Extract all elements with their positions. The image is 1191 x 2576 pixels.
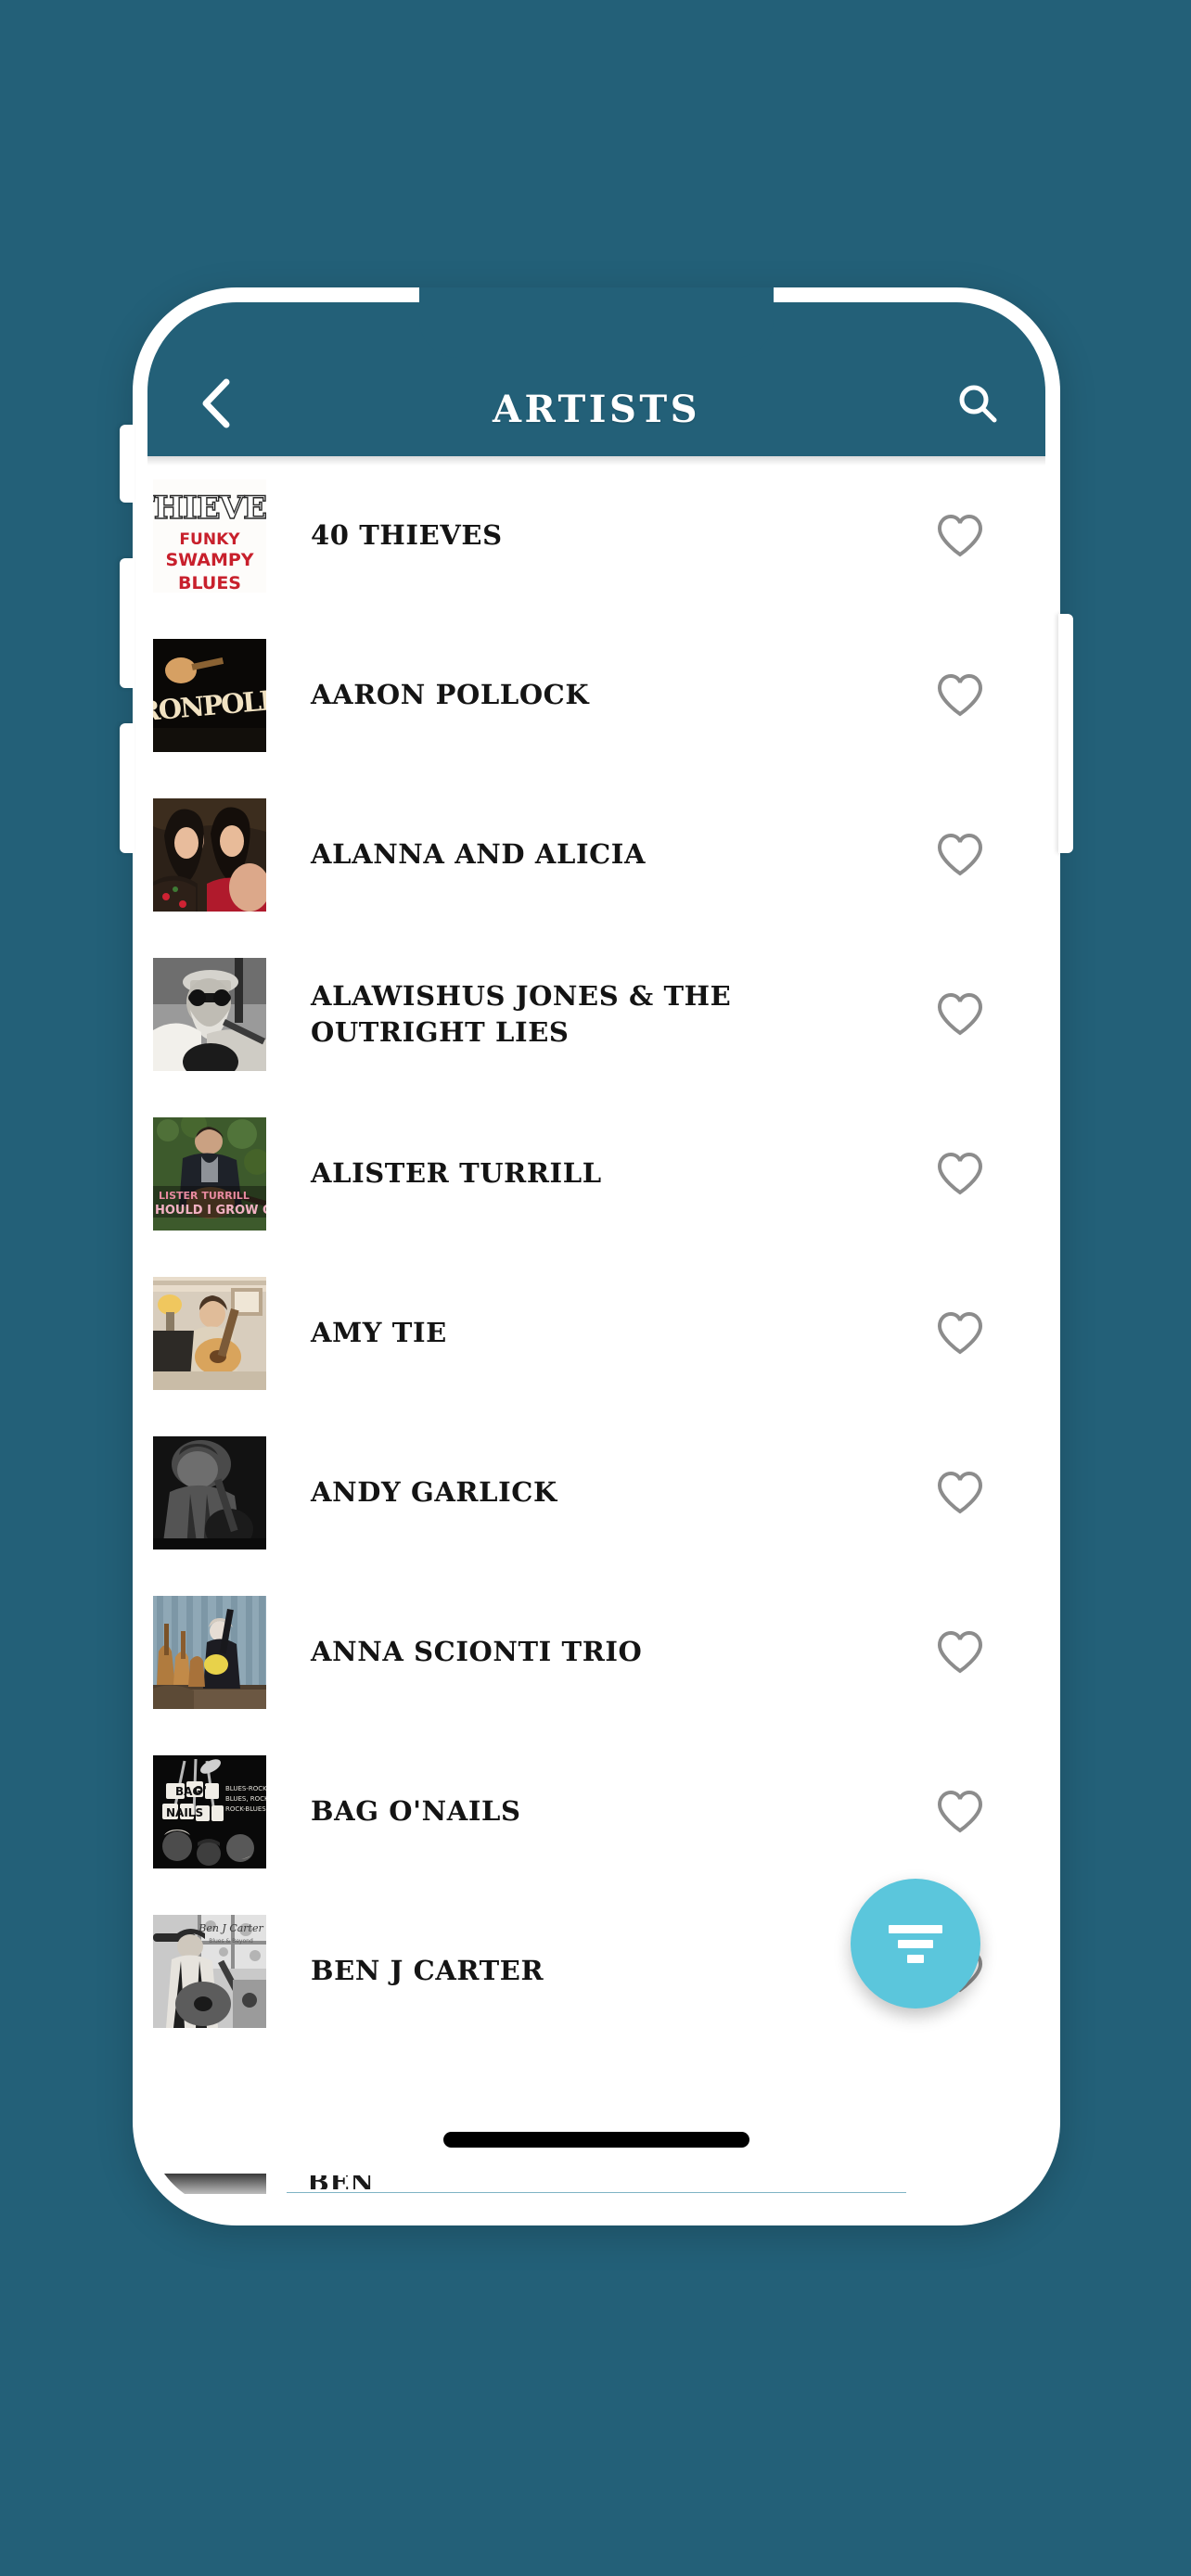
volume-down-button[interactable] xyxy=(120,723,134,853)
artwork-bagonails: BAG O' NAILS BLUES-ROCK, BLUES, ROCK & R… xyxy=(153,1755,266,1868)
filter-bar-middle xyxy=(898,1939,933,1948)
home-indicator[interactable] xyxy=(443,2132,749,2148)
artist-thumbnail: Ben J Carter Blues & Beyond xyxy=(153,1915,266,2028)
favorite-button[interactable] xyxy=(916,970,1005,1059)
list-item[interactable]: ANNA SCIONTI TRIO xyxy=(147,1573,1045,1732)
volume-up-button[interactable] xyxy=(120,558,134,688)
artist-thumbnail xyxy=(153,798,266,912)
svg-text:ROCK-BLUES: ROCK-BLUES xyxy=(225,1805,266,1813)
chevron-left-icon xyxy=(202,378,230,428)
artist-name: AARON POLLOCK xyxy=(311,679,590,711)
silent-switch[interactable] xyxy=(120,425,134,503)
svg-text:BLUES: BLUES xyxy=(178,573,241,593)
list-item[interactable]: LISTER TURRILL HOULD I GROW OLD ALISTER … xyxy=(147,1094,1045,1254)
svg-text:SWAMPY: SWAMPY xyxy=(165,550,253,570)
artist-thumbnail xyxy=(153,1436,266,1549)
favorite-button[interactable] xyxy=(916,491,1005,580)
svg-text:Blues & Beyond: Blues & Beyond xyxy=(209,1938,253,1945)
favorite-button[interactable] xyxy=(916,810,1005,899)
filter-fab-button[interactable] xyxy=(851,1879,980,2009)
artist-name: ANNA SCIONTI TRIO xyxy=(311,1636,643,1668)
artist-thumbnail xyxy=(153,1277,266,1390)
list-item-partial[interactable]: BEN xyxy=(147,2174,1045,2194)
artist-name: ALISTER TURRILL xyxy=(311,1157,602,1190)
artist-thumbnail: THIEVES FUNKY SWAMPY BLUES xyxy=(153,479,266,593)
artwork-alawishus xyxy=(153,958,266,1071)
list-item[interactable]: THIEVES FUNKY SWAMPY BLUES 40 THIEVES xyxy=(147,456,1045,616)
artist-name: BEN J CARTER xyxy=(311,1955,544,1987)
list-item[interactable]: ANDY GARLICK xyxy=(147,1413,1045,1573)
artist-name: ANDY GARLICK xyxy=(311,1476,557,1509)
artwork-andy xyxy=(153,1436,266,1549)
svg-text:BLUES-ROCK,: BLUES-ROCK, xyxy=(225,1785,266,1792)
artwork-amytie xyxy=(153,1277,266,1390)
list-divider xyxy=(287,2192,906,2193)
artist-thumbnail xyxy=(153,1596,266,1709)
artist-thumbnail xyxy=(153,2174,266,2194)
filter-bar-top xyxy=(889,1924,942,1933)
artist-name: 40 THIEVES xyxy=(311,519,503,552)
filter-icon xyxy=(889,1924,942,1963)
favorite-button[interactable] xyxy=(916,1448,1005,1537)
favorite-button[interactable] xyxy=(916,1289,1005,1378)
artwork-thieves: THIEVES FUNKY SWAMPY BLUES xyxy=(153,479,266,593)
list-item[interactable]: ALANNA AND ALICIA xyxy=(147,775,1045,935)
page-title: ARTISTS xyxy=(492,388,701,431)
artwork-benj: Ben J Carter Blues & Beyond xyxy=(153,1915,266,2028)
artist-name: ALANNA AND ALICIA xyxy=(311,838,647,871)
artwork-pollock: AARONPOLLOC xyxy=(153,639,266,752)
heart-outline-icon xyxy=(937,1630,983,1674)
list-item[interactable]: BAG O' NAILS BLUES-ROCK, BLUES, ROCK & R… xyxy=(147,1732,1045,1892)
artist-name: BAG O'NAILS xyxy=(311,1795,521,1828)
svg-text:O': O' xyxy=(194,1784,207,1797)
artist-name: ALAWISHUS JONES & THE OUTRIGHT LIES xyxy=(311,979,732,1048)
artwork-anna xyxy=(153,1596,266,1709)
svg-text:LISTER TURRILL: LISTER TURRILL xyxy=(159,1190,250,1202)
heart-outline-icon xyxy=(937,1152,983,1195)
svg-text:NAILS: NAILS xyxy=(166,1806,203,1819)
artist-thumbnail xyxy=(153,958,266,1071)
heart-outline-icon xyxy=(937,1311,983,1355)
heart-outline-icon xyxy=(937,833,983,876)
heart-outline-icon xyxy=(937,673,983,717)
heart-outline-icon xyxy=(937,1471,983,1514)
favorite-button[interactable] xyxy=(916,1608,1005,1697)
heart-outline-icon xyxy=(937,992,983,1036)
artist-list[interactable]: THIEVES FUNKY SWAMPY BLUES 40 THIEVES xyxy=(147,456,1045,2211)
list-item[interactable]: ALAWISHUS JONES & THE OUTRIGHT LIES xyxy=(147,935,1045,1094)
svg-text:BLUES, ROCK &: BLUES, ROCK & xyxy=(225,1795,266,1803)
list-item[interactable]: AMY TIE xyxy=(147,1254,1045,1413)
artist-name: AMY TIE xyxy=(311,1317,447,1349)
back-button[interactable] xyxy=(186,375,244,432)
search-icon xyxy=(959,385,997,423)
list-item[interactable]: AARONPOLLOC AARON POLLOCK xyxy=(147,616,1045,775)
favorite-button[interactable] xyxy=(916,651,1005,740)
artwork-alanna xyxy=(153,798,266,912)
artist-name: BEN xyxy=(307,2175,374,2189)
artist-thumbnail: BAG O' NAILS BLUES-ROCK, BLUES, ROCK & R… xyxy=(153,1755,266,1868)
favorite-button[interactable] xyxy=(916,1767,1005,1856)
svg-text:Ben J Carter: Ben J Carter xyxy=(198,1922,263,1934)
heart-outline-icon xyxy=(937,1790,983,1833)
svg-text:THIEVES: THIEVES xyxy=(153,490,266,527)
power-button[interactable] xyxy=(1058,614,1073,853)
device-notch xyxy=(419,287,774,358)
phone-screen: ARTISTS THIEVES FU xyxy=(147,302,1045,2211)
screenshot-canvas: ARTISTS THIEVES FU xyxy=(0,0,1191,2576)
search-button[interactable] xyxy=(949,375,1006,432)
svg-text:HOULD I GROW OLD: HOULD I GROW OLD xyxy=(155,1204,266,1218)
artist-thumbnail: AARONPOLLOC xyxy=(153,639,266,752)
favorite-button[interactable] xyxy=(916,1129,1005,1218)
heart-outline-icon xyxy=(937,514,983,557)
artist-thumbnail: LISTER TURRILL HOULD I GROW OLD xyxy=(153,1117,266,1231)
filter-bar-bottom xyxy=(907,1954,924,1963)
phone-device-frame: ARTISTS THIEVES FU xyxy=(120,287,1073,2225)
svg-text:FUNKY: FUNKY xyxy=(179,530,240,549)
artwork-alister: LISTER TURRILL HOULD I GROW OLD xyxy=(153,1117,266,1231)
